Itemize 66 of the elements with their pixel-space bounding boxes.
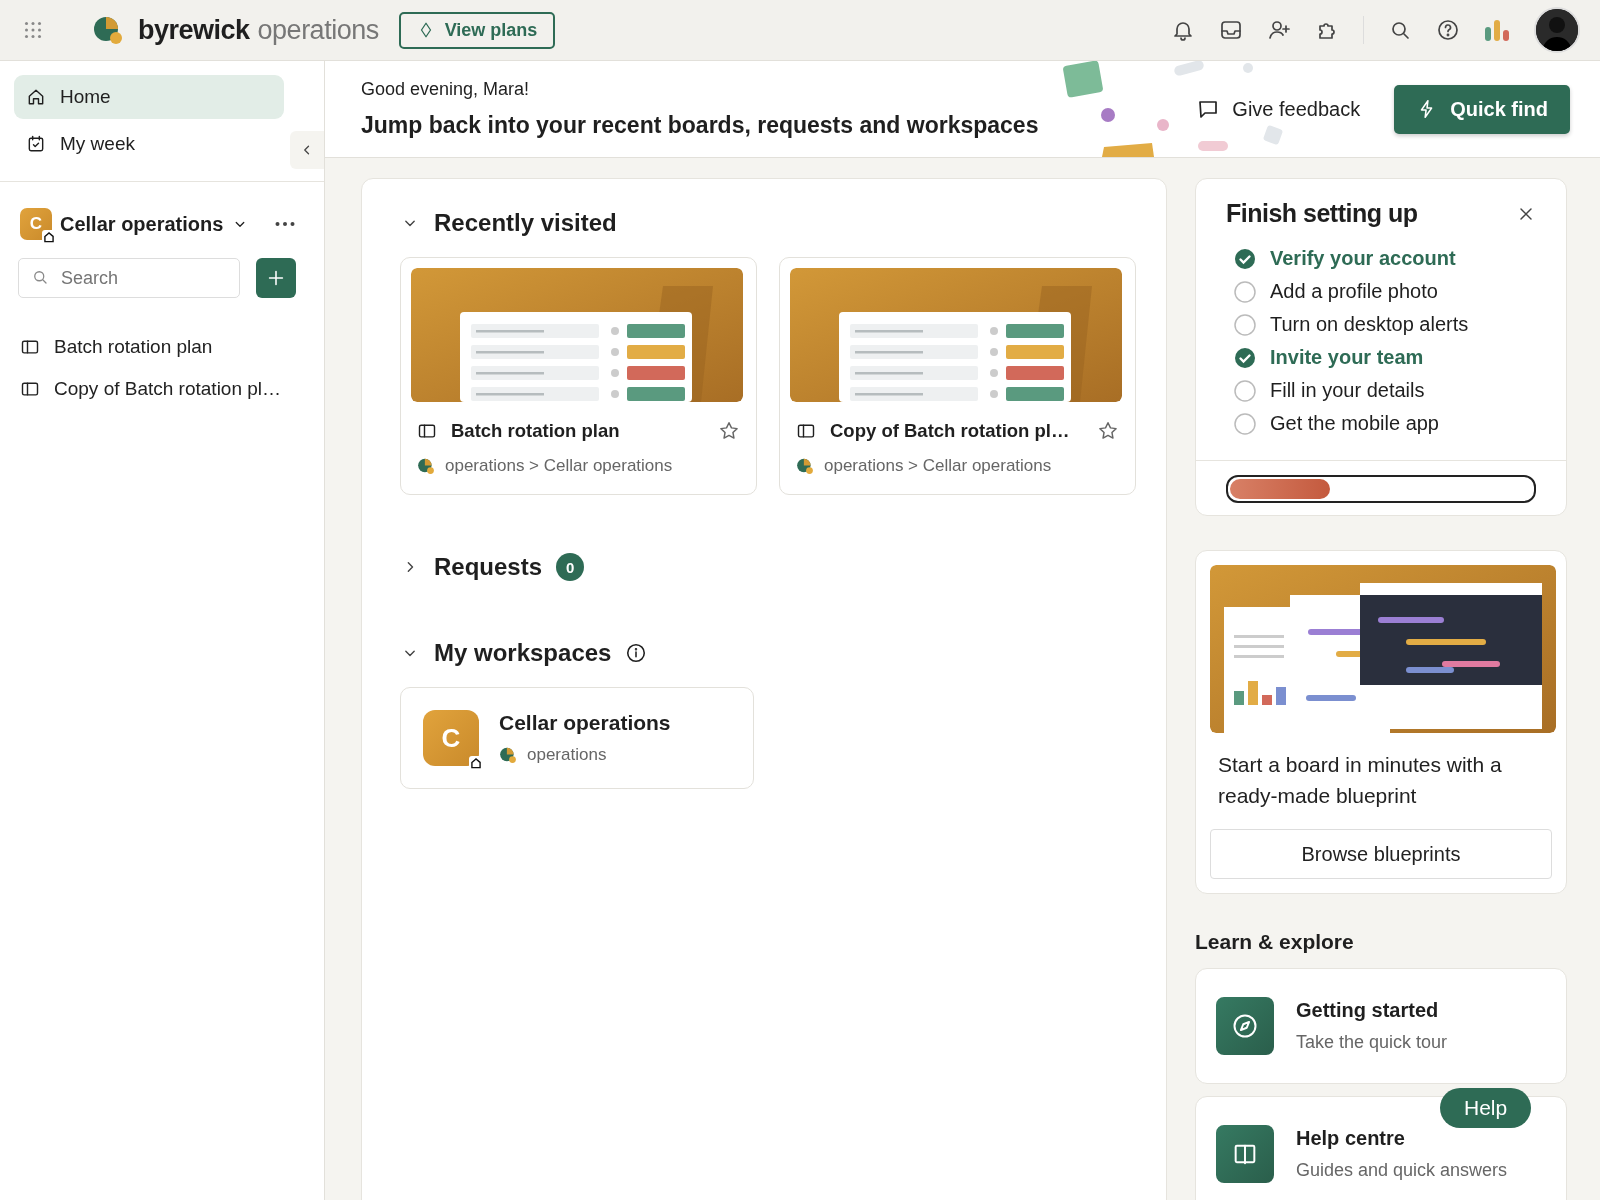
board-link[interactable]: Batch rotation plan	[54, 336, 213, 358]
board-path: operations > Cellar operations	[824, 456, 1052, 476]
setup-task[interactable]: Turn on desktop alerts	[1270, 313, 1469, 336]
section-title[interactable]: Requests	[434, 553, 543, 581]
search-field[interactable]: Search	[18, 258, 240, 298]
logo-icon	[796, 457, 814, 475]
board-card[interactable]: Copy of Batch rotation pl… operations > Cellar operations	[779, 257, 1136, 495]
home-icon	[26, 87, 46, 107]
learn-title: Help centre	[1296, 1127, 1406, 1150]
workspace-title: Cellar operations	[499, 711, 671, 735]
board-title: Batch rotation plan	[451, 420, 621, 442]
add-person-icon	[1267, 18, 1291, 42]
logo-icon	[499, 746, 517, 764]
give-feedback-button[interactable]: Give feedback	[1190, 96, 1367, 122]
setup-task[interactable]: Add a profile photo	[1270, 280, 1438, 303]
setup-task[interactable]: Fill in your details	[1270, 379, 1425, 402]
account-name: operations	[527, 745, 607, 765]
count-badge: 0	[556, 553, 585, 581]
avatar[interactable]	[1534, 7, 1580, 53]
board-icon	[417, 421, 437, 441]
section-title[interactable]: Recently visited	[434, 209, 617, 237]
nav-item[interactable]: Home	[14, 75, 284, 119]
section-title: Learn & explore	[1195, 930, 1355, 954]
learn-subtitle: Guides and quick answers	[1296, 1160, 1508, 1181]
home-icon	[42, 230, 56, 244]
learn-subtitle: Take the quick tour	[1296, 1032, 1448, 1053]
home-icon	[469, 756, 483, 770]
bar-chart-icon[interactable]	[1484, 19, 1510, 41]
inbox-icon	[1219, 18, 1243, 42]
add-button[interactable]	[256, 258, 296, 298]
board-icon	[20, 379, 40, 399]
greeting: Good evening, Mara!	[361, 79, 531, 100]
board-path: operations > Cellar operations	[445, 456, 673, 476]
board-title: Copy of Batch rotation pl…	[830, 420, 1071, 442]
learn-title: Getting started	[1296, 999, 1440, 1022]
star-icon[interactable]	[718, 420, 740, 442]
nav-item[interactable]: My week	[14, 122, 284, 166]
board-icon	[20, 337, 40, 357]
more-icon[interactable]	[275, 221, 296, 227]
help-button[interactable]: Help	[1440, 1088, 1532, 1128]
search-icon	[31, 268, 49, 286]
info-icon	[625, 642, 648, 664]
setup-task[interactable]: Get the mobile app	[1270, 412, 1439, 435]
workspace-name[interactable]: Cellar operations	[60, 212, 224, 236]
board-card[interactable]: Batch rotation plan operations > Cellar operations	[400, 257, 757, 495]
quick-find-button[interactable]: Quick find	[1394, 84, 1570, 134]
setup-title: Finish setting up	[1226, 199, 1418, 228]
board-link[interactable]: Copy of Batch rotation pl…	[54, 378, 282, 400]
compass-icon	[1231, 1012, 1259, 1040]
section-title[interactable]: My workspaces	[434, 639, 612, 667]
view-plans-button[interactable]: View plans	[398, 11, 556, 49]
board-icon	[796, 421, 816, 441]
blueprint-text: Start a board in minutes with a ready-made blueprint	[1217, 752, 1503, 809]
logo-icon	[417, 457, 435, 475]
logo-icon	[92, 14, 124, 46]
product-name: operations	[257, 14, 379, 46]
learn-card[interactable]: Getting started Take the quick tour	[1195, 968, 1567, 1084]
calendar-check-icon	[26, 134, 46, 154]
setup-task[interactable]: Verify your account	[1270, 247, 1456, 270]
workspace-card[interactable]: C Cellar operations operations	[400, 687, 754, 789]
headline: Jump back into your recent boards, requests and workspaces	[361, 112, 1039, 139]
brand-name: byrewick	[138, 14, 250, 46]
help-icon	[1436, 18, 1460, 42]
browse-blueprints-button[interactable]: Browse blueprints	[1210, 829, 1552, 879]
star-icon[interactable]	[1097, 420, 1119, 442]
setup-task[interactable]: Invite your team	[1270, 346, 1424, 369]
